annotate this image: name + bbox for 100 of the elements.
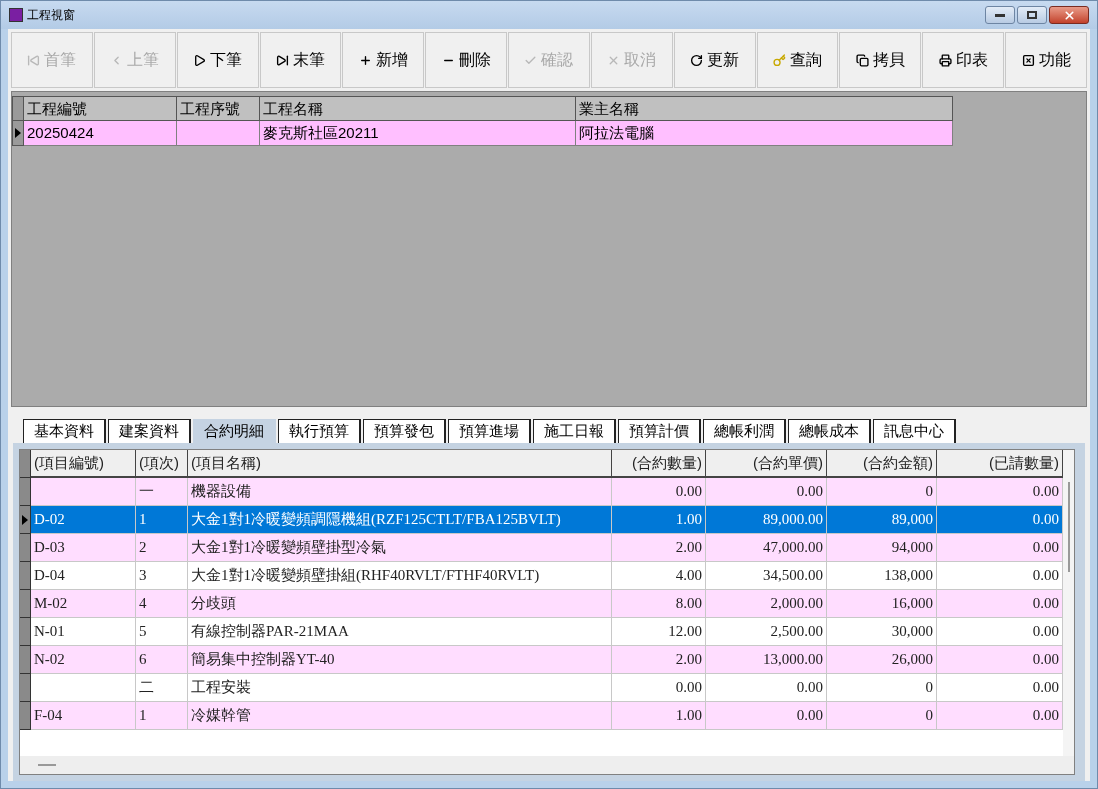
column-header: (項目編號) bbox=[31, 450, 136, 478]
table-cell: 138,000 bbox=[827, 562, 937, 590]
maximize-icon bbox=[1027, 11, 1037, 19]
column-header: 工程名稱 bbox=[260, 96, 576, 121]
table-cell: 一 bbox=[136, 478, 188, 506]
table-cell: 12.00 bbox=[612, 618, 706, 646]
close-icon bbox=[1062, 8, 1076, 22]
tab[interactable]: 建案資料 bbox=[108, 419, 191, 443]
table-cell: 0.00 bbox=[937, 562, 1063, 590]
table-cell: 26,000 bbox=[827, 646, 937, 674]
skip-forward-icon bbox=[275, 53, 289, 67]
table-cell: 8.00 bbox=[612, 590, 706, 618]
tab[interactable]: 預算發包 bbox=[363, 419, 446, 443]
close-button[interactable] bbox=[1049, 6, 1089, 24]
table-cell: 阿拉法電腦 bbox=[576, 121, 953, 146]
table-cell: 0.00 bbox=[937, 478, 1063, 506]
toolbar-button[interactable]: 下筆 bbox=[176, 32, 259, 88]
tab[interactable]: 總帳成本 bbox=[788, 419, 871, 443]
table-cell: 0.00 bbox=[937, 674, 1063, 702]
maximize-button[interactable] bbox=[1017, 6, 1047, 24]
window-title: 工程視窗 bbox=[27, 7, 75, 24]
table-cell: 0 bbox=[827, 478, 937, 506]
table-cell: 分歧頭 bbox=[188, 590, 612, 618]
toolbar-button[interactable]: 新增 bbox=[342, 32, 425, 88]
toolbar-button[interactable]: 末筆 bbox=[259, 32, 342, 88]
table-cell: 機器設備 bbox=[188, 478, 612, 506]
tab[interactable]: 基本資料 bbox=[23, 419, 106, 443]
toolbar-button[interactable]: 印表 bbox=[922, 32, 1005, 88]
table-cell: 0.00 bbox=[706, 674, 827, 702]
row-header-cell bbox=[12, 96, 24, 121]
table-cell: 2,000.00 bbox=[706, 590, 827, 618]
tab[interactable]: 訊息中心 bbox=[873, 419, 956, 443]
table-cell: 4 bbox=[136, 590, 188, 618]
table-cell: 16,000 bbox=[827, 590, 937, 618]
skip-back-icon bbox=[27, 53, 41, 67]
table-cell: 2.00 bbox=[612, 534, 706, 562]
tab[interactable]: 施工日報 bbox=[533, 419, 616, 443]
table-cell: 0 bbox=[827, 674, 937, 702]
tab[interactable]: 執行預算 bbox=[278, 419, 361, 443]
table-cell: 大金1對1冷暖變頻調隱機組(RZF125CTLT/FBA125BVLT) bbox=[188, 506, 612, 534]
table-cell: 冷媒幹管 bbox=[188, 702, 612, 730]
toolbar-button[interactable]: 刪除 bbox=[425, 32, 508, 88]
column-header: (合約數量) bbox=[612, 450, 706, 478]
table-cell: 工程安裝 bbox=[188, 674, 612, 702]
table-cell: 簡易集中控制器YT-40 bbox=[188, 646, 612, 674]
table-cell: D-02 bbox=[31, 506, 136, 534]
table-cell: M-02 bbox=[31, 590, 136, 618]
table-cell: 0.00 bbox=[937, 702, 1063, 730]
table-cell: 5 bbox=[136, 618, 188, 646]
printer-icon bbox=[938, 53, 952, 67]
table-cell: 0.00 bbox=[937, 506, 1063, 534]
toolbar-button[interactable]: 更新 bbox=[673, 32, 756, 88]
table-cell: D-04 bbox=[31, 562, 136, 590]
table-cell: 2,500.00 bbox=[706, 618, 827, 646]
column-header: (已請數量) bbox=[937, 450, 1063, 478]
refresh-icon bbox=[690, 53, 704, 67]
table-cell: 94,000 bbox=[827, 534, 937, 562]
tab[interactable]: 合約明細 bbox=[193, 419, 276, 443]
vertical-scrollbar[interactable] bbox=[1063, 450, 1074, 756]
toolbar-button[interactable]: 功能 bbox=[1005, 32, 1087, 88]
table-cell: 1.00 bbox=[612, 702, 706, 730]
minimize-button[interactable] bbox=[985, 6, 1015, 24]
table-cell: 1 bbox=[136, 506, 188, 534]
table-cell: 3 bbox=[136, 562, 188, 590]
column-header: 工程編號 bbox=[24, 96, 177, 121]
table-cell: F-04 bbox=[31, 702, 136, 730]
scrollbar-thumb[interactable] bbox=[38, 764, 56, 766]
column-header: 業主名稱 bbox=[576, 96, 953, 121]
table-cell: 2.00 bbox=[612, 646, 706, 674]
scrollbar-thumb[interactable] bbox=[1067, 482, 1070, 572]
table-cell: 13,000.00 bbox=[706, 646, 827, 674]
table-cell: 二 bbox=[136, 674, 188, 702]
table-cell: 0 bbox=[827, 702, 937, 730]
column-header: (項目名稱) bbox=[188, 450, 612, 478]
app-icon bbox=[9, 8, 23, 22]
tab[interactable]: 預算進場 bbox=[448, 419, 531, 443]
toolbar-button[interactable]: 查詢 bbox=[756, 32, 839, 88]
table-cell: D-03 bbox=[31, 534, 136, 562]
table-cell: 0.00 bbox=[706, 478, 827, 506]
play-icon bbox=[193, 53, 207, 67]
table-cell: 大金1對1冷暖變頻壁掛型冷氣 bbox=[188, 534, 612, 562]
tab[interactable]: 總帳利潤 bbox=[703, 419, 786, 443]
tab[interactable]: 預算計價 bbox=[618, 419, 701, 443]
toolbar-button[interactable]: 拷貝 bbox=[839, 32, 922, 88]
table-cell: 0.00 bbox=[937, 618, 1063, 646]
table-cell: 0.00 bbox=[937, 534, 1063, 562]
minimize-icon bbox=[995, 13, 1005, 17]
table-cell: 34,500.00 bbox=[706, 562, 827, 590]
table-cell: 大金1對1冷暖變頻壁掛組(RHF40RVLT/FTHF40RVLT) bbox=[188, 562, 612, 590]
table-cell: 6 bbox=[136, 646, 188, 674]
table-cell: 89,000.00 bbox=[706, 506, 827, 534]
table-cell: 麥克斯社區20211 bbox=[260, 121, 576, 146]
table-cell: 4.00 bbox=[612, 562, 706, 590]
table-cell: 0.00 bbox=[612, 478, 706, 506]
plus-icon bbox=[358, 53, 372, 67]
horizontal-scrollbar[interactable] bbox=[20, 756, 1074, 774]
table-cell: 0.00 bbox=[706, 702, 827, 730]
table-cell: 47,000.00 bbox=[706, 534, 827, 562]
table-cell: 2 bbox=[136, 534, 188, 562]
table-cell: 20250424 bbox=[24, 121, 177, 146]
